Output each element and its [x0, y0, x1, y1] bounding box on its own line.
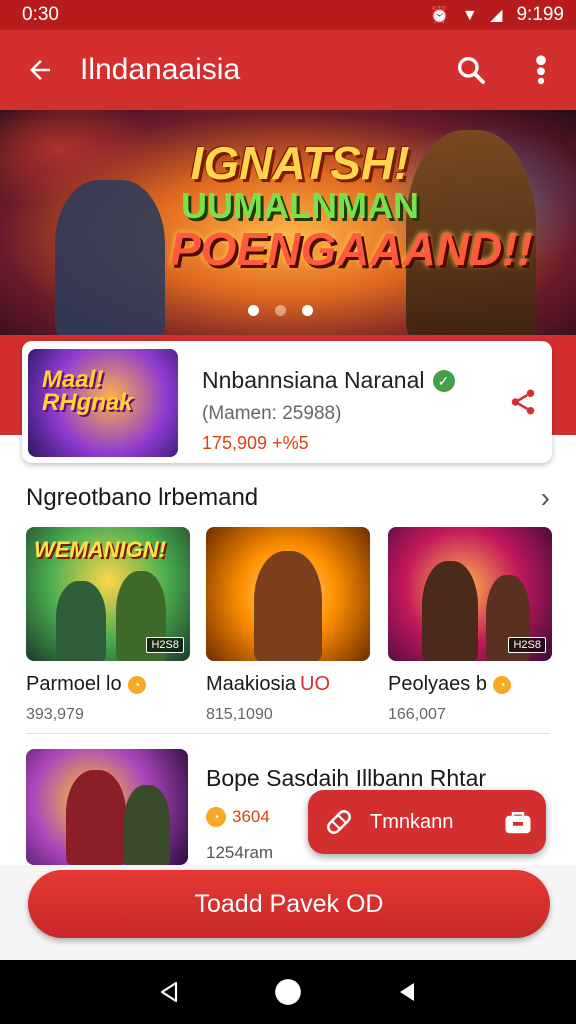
grid-item-count: 166,007 — [388, 706, 446, 723]
character-figure — [254, 551, 322, 661]
status-icons-group: ⏰ ▼ ◢ 9:199 — [430, 4, 565, 26]
coin-icon: ◔ — [206, 807, 226, 827]
app-bar: Ilndanaaisia — [0, 30, 576, 110]
coin-icon: ◔ — [127, 676, 146, 694]
featured-title: Nnbannsiana Naranal ✓ — [202, 367, 455, 394]
bag-icon — [490, 808, 546, 836]
primary-action-button[interactable]: Toadd Pavek OD — [28, 870, 550, 938]
list-item-rating: ◔ 3604 — [206, 807, 270, 827]
search-button[interactable] — [436, 30, 506, 110]
list-item-subtitle: 1254ram — [206, 843, 274, 862]
featured-thumbnail: Maal! RHgnak — [28, 349, 178, 457]
share-icon[interactable] — [508, 387, 538, 417]
grid-thumb-text: WEMANIGN! — [34, 537, 166, 562]
back-button[interactable] — [0, 30, 80, 110]
grid-thumbnail — [206, 527, 370, 661]
quality-tag: H2S8 — [508, 637, 546, 653]
grid-thumbnail: WEMANIGN! H2S8 — [26, 527, 190, 661]
list-item-thumbnail — [26, 749, 188, 865]
status-time-left: 0:30 — [22, 4, 59, 25]
search-icon — [458, 57, 485, 84]
bandage-icon — [308, 805, 370, 839]
character-figure — [66, 770, 126, 865]
character-figure — [56, 581, 106, 661]
list-item-title: Bope Sasdaih Illbann Rhtar — [206, 765, 487, 791]
carousel-dot-3[interactable] — [302, 305, 313, 316]
status-time-right: 9:199 — [516, 4, 564, 25]
quality-tag: H2S8 — [146, 637, 184, 653]
section-title: Ngreotbano lrbemand — [26, 484, 259, 511]
grid-item-count: 393,979 — [26, 706, 84, 723]
character-figure — [124, 785, 170, 865]
banner-line-3: POENGAAAND!! — [170, 223, 533, 275]
triangle-filled-icon — [399, 983, 414, 1001]
more-vert-icon — [536, 55, 546, 85]
system-nav-bar — [0, 960, 576, 1024]
carousel-dot-1[interactable] — [248, 305, 259, 316]
more-options-button[interactable] — [506, 30, 576, 110]
coin-icon: ◔ — [492, 676, 511, 694]
grid-item[interactable]: H2S8 Peolyaes b ◔ 166,007 — [388, 527, 552, 724]
status-bar: 0:30 ⏰ ▼ ◢ 9:199 — [0, 0, 576, 30]
circle-home-icon — [275, 979, 301, 1005]
hero-banner[interactable]: IGNATSH! UUMALNMAN POENGAAAND!! — [0, 110, 576, 335]
grid-item[interactable]: WEMANIGN! H2S8 Parmoel lo ◔ 393,979 — [26, 527, 190, 724]
arrow-left-icon — [30, 60, 50, 80]
fab-label: Tmnkann — [370, 810, 454, 833]
carousel-indicators — [248, 305, 313, 316]
floating-action-button[interactable]: Tmnkann — [308, 790, 546, 854]
divider — [26, 733, 550, 734]
triangle-back-icon — [161, 981, 178, 1003]
grid-item-name: Peolyaes b ◔ — [388, 673, 552, 696]
featured-card[interactable]: Maal! RHgnak Nnbannsiana Naranal ✓ (Mamen… — [22, 341, 552, 463]
grid-item-name: Maakiosia UO — [206, 673, 331, 695]
featured-name: Nnbannsiana Naranal — [202, 367, 425, 393]
grid-thumbnail: H2S8 — [388, 527, 552, 661]
carousel-dot-2[interactable] — [275, 305, 286, 316]
banner-line-2: UUMALNMAN — [181, 185, 419, 226]
nav-home-button[interactable] — [268, 972, 308, 1012]
content-area: Maal! RHgnak Nnbannsiana Naranal ✓ (Mamen… — [0, 335, 576, 865]
grid-item-count: 815,1090 — [206, 706, 273, 723]
grid-item[interactable]: Maakiosia UO 815,1090 — [206, 527, 370, 724]
banner-headline: IGNATSH! UUMALNMAN POENGAAAND!! — [170, 137, 533, 275]
nav-back-button[interactable] — [149, 972, 189, 1012]
featured-thumb-text: Maal! RHgnak — [42, 366, 133, 416]
featured-meta: (Mamen: 25988) — [202, 403, 342, 424]
banner-character-left — [55, 180, 165, 335]
nav-recents-button[interactable] — [387, 972, 427, 1012]
verified-icon: ✓ — [432, 370, 455, 392]
page-title: Ilndanaaisia — [80, 53, 241, 86]
section-header[interactable]: Ngreotbano lrbemand › — [26, 482, 550, 513]
banner-line-1: IGNATSH! — [190, 137, 410, 189]
grid-item-name: Parmoel lo ◔ — [26, 673, 190, 696]
character-figure — [422, 561, 478, 661]
signal-icons: ⏰ ▼ ◢ — [429, 7, 507, 24]
chevron-right-icon: › — [540, 482, 550, 513]
featured-count: 175,909 +%5 — [202, 433, 309, 453]
